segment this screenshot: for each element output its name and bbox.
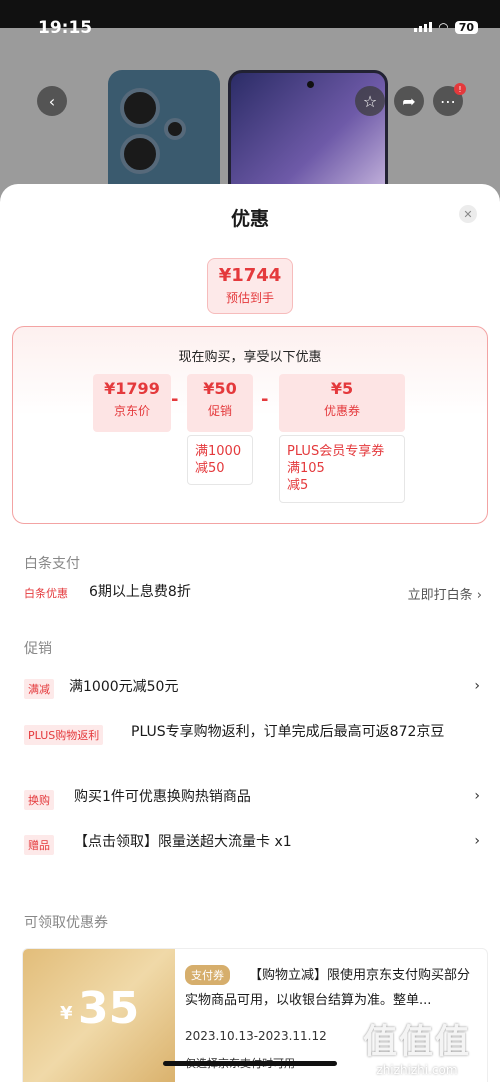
promotion-row[interactable]: 赠品 【点击领取】限量送超大流量卡 x1 › (24, 832, 484, 878)
promotion-text: 满1000元减50元 (69, 679, 179, 695)
chevron-left-icon: ‹ (48, 91, 56, 111)
promotion-tag: 换购 (24, 790, 54, 810)
coupon-amount-panel: ¥ 35 (23, 949, 175, 1082)
close-icon: ✕ (463, 207, 473, 221)
promotion-tag: PLUS购物返利 (24, 725, 104, 745)
promo-detail: 满1000 减50 (187, 435, 253, 485)
promotion-tag: 满减 (24, 679, 54, 699)
status-icons: ◠ 70 (414, 20, 478, 34)
jd-price-item: ¥1799 京东价 (93, 374, 171, 432)
promo-item: ¥50 促销 (187, 374, 253, 432)
coupon-item: ¥5 优惠券 (279, 374, 405, 432)
coupon-currency: ¥ (60, 1003, 73, 1024)
share-button[interactable]: ➦ (394, 86, 424, 116)
section-title-coupons: 可领取优惠券 (24, 915, 108, 931)
estimated-price-label: 预估到手 (225, 291, 274, 305)
status-time: 19:15 (38, 18, 93, 38)
favorite-button[interactable]: ☆ (355, 86, 385, 116)
camera-lens (120, 134, 160, 174)
coupon-label: 优惠券 (323, 404, 360, 418)
chevron-right-icon: › (474, 788, 480, 804)
baitiao-link-label: 立即打白条 (407, 588, 473, 603)
minus-operator: - (171, 389, 179, 410)
close-button[interactable]: ✕ (459, 205, 477, 223)
promotion-tag: 赠品 (24, 835, 54, 855)
watermark-site: zhizhizhi.com (376, 1063, 458, 1077)
wifi-icon: ◠ (438, 20, 449, 34)
jd-price-value: ¥1799 (104, 379, 160, 398)
watermark: 值值值 zhizhizhi.com (342, 1014, 492, 1077)
discount-calculation: 现在购买，享受以下优惠 ¥1799 京东价 - ¥50 促销 - ¥5 优惠券 … (12, 326, 488, 524)
promo-detail-line: 满1000 (195, 444, 242, 459)
baitiao-tag: 白条优惠 (24, 587, 68, 600)
discount-sheet: 优惠 ✕ ¥1744 预估到手 现在购买，享受以下优惠 ¥1799 京东价 - … (0, 184, 500, 1082)
home-indicator[interactable] (163, 1061, 337, 1066)
jd-price-label: 京东价 (113, 404, 150, 418)
chevron-right-icon: › (476, 588, 482, 603)
coupon-amount: 35 (78, 983, 140, 1034)
battery-icon: 70 (454, 20, 478, 34)
baitiao-text: 6期以上息费8折 (89, 584, 191, 600)
coupon-detail-line: 满105 (287, 461, 325, 476)
estimated-price: ¥1744 (218, 265, 282, 286)
promotion-text: 【点击领取】限量送超大流量卡 x1 (74, 834, 292, 850)
calc-heading: 现在购买，享受以下优惠 (178, 350, 322, 365)
more-button[interactable]: ⋯ ! (433, 83, 466, 116)
minus-operator: - (261, 389, 269, 410)
chevron-right-icon: › (474, 833, 480, 849)
camera-lens (120, 88, 160, 128)
coupon-value: ¥5 (330, 379, 354, 398)
coupon-type-badge: 支付券 (185, 965, 230, 985)
camera-lens (164, 118, 186, 140)
promotion-text: PLUS专享购物返利，订单完成后最高可返872京豆 (131, 724, 445, 740)
coupon-detail-line: 减5 (287, 478, 309, 493)
sheet-title: 优惠 (230, 208, 269, 230)
baitiao-link[interactable]: 立即打白条 › (408, 584, 482, 603)
section-title-promotions: 促销 (24, 641, 52, 657)
status-bar: 19:15 ◠ 70 (0, 0, 500, 38)
product-image-back (108, 70, 220, 200)
coupon-detail-line: PLUS会员专享券 (287, 444, 385, 459)
promotion-text: 购买1件可优惠换购热销商品 (74, 789, 251, 805)
product-page-background: 19:15 ◠ 70 ‹ ☆ ➦ ⋯ ! (0, 0, 500, 200)
chevron-right-icon: › (474, 678, 480, 694)
promo-label: 促销 (207, 404, 232, 418)
coupon-validity: 2023.10.13-2023.11.12 (185, 1029, 327, 1043)
promotion-row[interactable]: 满减 满1000元减50元 › (24, 677, 484, 701)
promo-value: ¥50 (203, 379, 237, 398)
watermark-logo: 值值值 (363, 1022, 471, 1062)
back-button[interactable]: ‹ (37, 86, 67, 116)
front-camera (307, 81, 314, 88)
estimated-price-box: ¥1744 预估到手 (207, 258, 293, 314)
promotion-row[interactable]: 换购 购买1件可优惠换购热销商品 › (24, 787, 484, 811)
promo-detail-line: 减50 (195, 461, 225, 476)
star-icon: ☆ (362, 91, 378, 111)
more-icon: ⋯ (440, 91, 456, 111)
notification-badge: ! (454, 83, 466, 95)
signal-icon (414, 22, 433, 32)
share-icon: ➦ (402, 91, 416, 111)
coupon-detail: PLUS会员专享券 满105 减5 (279, 435, 405, 503)
promotion-row[interactable]: PLUS购物返利 PLUS专享购物返利，订单完成后最高可返872京豆 (24, 722, 484, 768)
section-title-baitiao: 白条支付 (24, 556, 80, 572)
